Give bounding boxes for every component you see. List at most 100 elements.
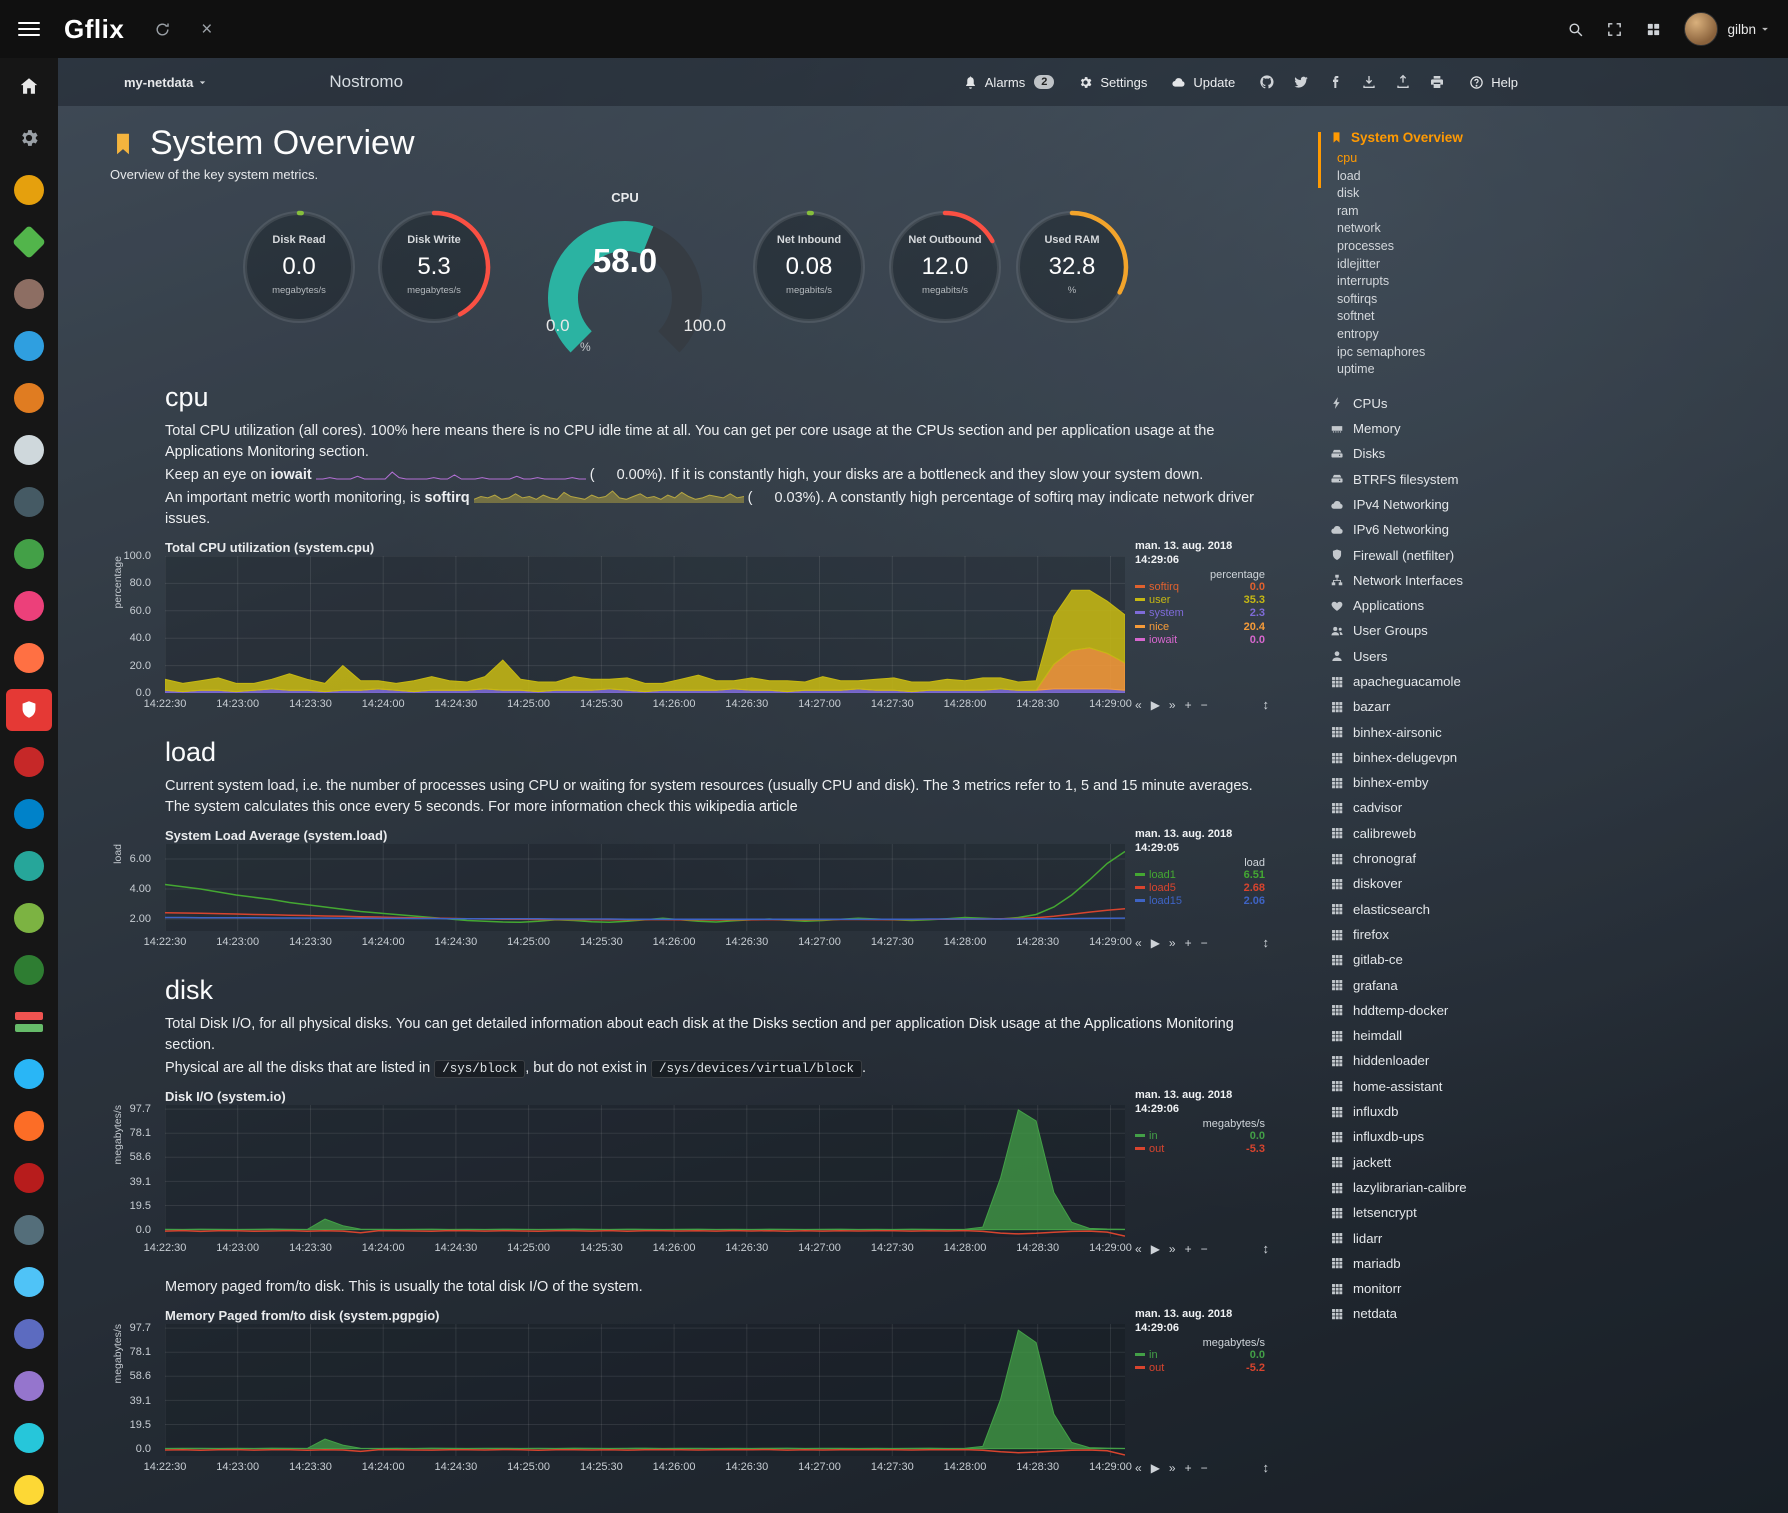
refresh-tab-icon[interactable] bbox=[154, 21, 171, 38]
menu-item-ipc-semaphores[interactable]: ipc semaphores bbox=[1337, 344, 1580, 362]
menu-app-chronograf[interactable]: chronograf bbox=[1330, 846, 1580, 871]
facebook-icon[interactable] bbox=[1327, 74, 1343, 90]
menu-app-lazylibrarian-calibre[interactable]: lazylibrarian-calibre bbox=[1330, 1175, 1580, 1200]
menu-section-network-interfaces[interactable]: Network Interfaces bbox=[1330, 568, 1580, 593]
sidebar-app-jackett[interactable] bbox=[0, 372, 58, 424]
sidebar-app-app-red[interactable] bbox=[0, 736, 58, 788]
play-button[interactable]: ▶ bbox=[1151, 1461, 1160, 1475]
legend-row-out[interactable]: out-5.2 bbox=[1135, 1362, 1265, 1375]
chart-resize-handle[interactable]: ↕ bbox=[1263, 935, 1270, 950]
menu-app-grafana[interactable]: grafana bbox=[1330, 973, 1580, 998]
applications-monitoring-link[interactable]: Applications Monitoring bbox=[165, 444, 315, 460]
legend-row-in[interactable]: in0.0 bbox=[1135, 1349, 1265, 1362]
chart-plot[interactable] bbox=[165, 844, 1125, 931]
menu-app-letsencrypt[interactable]: letsencrypt bbox=[1330, 1200, 1580, 1225]
menu-item-network[interactable]: network bbox=[1337, 220, 1580, 238]
twitter-icon[interactable] bbox=[1293, 74, 1309, 90]
sidebar-app-app-bars[interactable] bbox=[0, 996, 58, 1048]
pan-backward-button[interactable]: « bbox=[1135, 1461, 1142, 1475]
zoom-in-button[interactable]: + bbox=[1185, 936, 1192, 950]
pan-backward-button[interactable]: « bbox=[1135, 1242, 1142, 1256]
pan-forward-button[interactable]: » bbox=[1169, 1242, 1176, 1256]
menu-app-netdata[interactable]: netdata bbox=[1330, 1301, 1580, 1326]
chart-resize-handle[interactable]: ↕ bbox=[1263, 697, 1270, 712]
menu-section-memory[interactable]: Memory bbox=[1330, 416, 1580, 441]
menu-item-processes[interactable]: processes bbox=[1337, 238, 1580, 256]
sidebar-app-heimdall[interactable] bbox=[0, 1048, 58, 1100]
menu-section-cpus[interactable]: CPUs bbox=[1330, 391, 1580, 416]
menu-app-diskover[interactable]: diskover bbox=[1330, 871, 1580, 896]
hamburger-menu-icon[interactable] bbox=[0, 0, 58, 58]
zoom-out-button[interactable]: − bbox=[1201, 1242, 1208, 1256]
sidebar-app-settings[interactable] bbox=[0, 112, 58, 164]
menu-app-hiddenloader[interactable]: hiddenloader bbox=[1330, 1048, 1580, 1073]
wikipedia-link[interactable]: wikipedia article bbox=[695, 799, 797, 815]
menu-app-influxdb-ups[interactable]: influxdb-ups bbox=[1330, 1124, 1580, 1149]
legend-row-iowait[interactable]: iowait0.0 bbox=[1135, 634, 1265, 647]
menu-item-entropy[interactable]: entropy bbox=[1337, 326, 1580, 344]
chart-plot[interactable] bbox=[165, 1324, 1125, 1456]
close-tab-icon[interactable]: × bbox=[201, 20, 212, 39]
chart-plot[interactable] bbox=[165, 1105, 1125, 1237]
print-icon[interactable] bbox=[1429, 74, 1445, 90]
menu-app-influxdb[interactable]: influxdb bbox=[1330, 1099, 1580, 1124]
zoom-in-button[interactable]: + bbox=[1185, 1461, 1192, 1475]
sidebar-app-pihole[interactable] bbox=[0, 684, 58, 736]
legend-row-in[interactable]: in0.0 bbox=[1135, 1130, 1265, 1143]
legend-row-load15[interactable]: load152.06 bbox=[1135, 895, 1265, 908]
menu-section-disks[interactable]: Disks bbox=[1330, 441, 1580, 466]
menu-item-uptime[interactable]: uptime bbox=[1337, 361, 1580, 379]
sidebar-app-calibre[interactable] bbox=[0, 268, 58, 320]
upload-icon[interactable] bbox=[1395, 74, 1411, 90]
menu-app-monitorr[interactable]: monitorr bbox=[1330, 1276, 1580, 1301]
menu-app-mariadb[interactable]: mariadb bbox=[1330, 1251, 1580, 1276]
sidebar-app-airsonic[interactable] bbox=[0, 320, 58, 372]
search-icon[interactable] bbox=[1567, 21, 1584, 38]
menu-item-ram[interactable]: ram bbox=[1337, 203, 1580, 221]
menu-item-load[interactable]: load bbox=[1337, 168, 1580, 186]
menu-section-ipv4-networking[interactable]: IPv4 Networking bbox=[1330, 492, 1580, 517]
menu-item-disk[interactable]: disk bbox=[1337, 185, 1580, 203]
legend-row-out[interactable]: out-5.3 bbox=[1135, 1143, 1265, 1156]
chart-resize-handle[interactable]: ↕ bbox=[1263, 1241, 1270, 1256]
legend-row-system[interactable]: system2.3 bbox=[1135, 607, 1265, 620]
legend-row-nice[interactable]: nice20.4 bbox=[1135, 621, 1265, 634]
sidebar-app-app-drop[interactable] bbox=[0, 1256, 58, 1308]
pan-backward-button[interactable]: « bbox=[1135, 936, 1142, 950]
sidebar-app-app-cyan[interactable] bbox=[0, 1412, 58, 1464]
sidebar-app-app-teal[interactable] bbox=[0, 840, 58, 892]
pan-forward-button[interactable]: » bbox=[1169, 1461, 1176, 1475]
menu-app-cadvisor[interactable]: cadvisor bbox=[1330, 795, 1580, 820]
app-logo[interactable]: Gflix bbox=[64, 14, 124, 45]
download-icon[interactable] bbox=[1361, 74, 1377, 90]
sidebar-app-app-pink[interactable] bbox=[0, 580, 58, 632]
sidebar-app-app-indigo[interactable] bbox=[0, 1308, 58, 1360]
menu-app-gitlab-ce[interactable]: gitlab-ce bbox=[1330, 947, 1580, 972]
grid-icon[interactable] bbox=[1645, 21, 1662, 38]
chart-resize-handle[interactable]: ↕ bbox=[1263, 1460, 1270, 1475]
pan-backward-button[interactable]: « bbox=[1135, 698, 1142, 712]
legend-row-user[interactable]: user35.3 bbox=[1135, 594, 1265, 607]
sidebar-app-app-arrow[interactable] bbox=[0, 1152, 58, 1204]
sidebar-app-sabnzbd[interactable] bbox=[0, 1464, 58, 1513]
menu-item-softirqs[interactable]: softirqs bbox=[1337, 291, 1580, 309]
menu-app-firefox[interactable]: firefox bbox=[1330, 922, 1580, 947]
pan-forward-button[interactable]: » bbox=[1169, 936, 1176, 950]
user-menu[interactable]: gilbn bbox=[1727, 22, 1772, 37]
menu-item-cpu[interactable]: cpu bbox=[1337, 150, 1580, 168]
play-button[interactable]: ▶ bbox=[1151, 698, 1160, 712]
host-dropdown[interactable]: my-netdata bbox=[124, 75, 209, 90]
menu-app-heimdall[interactable]: heimdall bbox=[1330, 1023, 1580, 1048]
menu-item-interrupts[interactable]: interrupts bbox=[1337, 273, 1580, 291]
sidebar-app-app-green[interactable] bbox=[0, 528, 58, 580]
sidebar-app-lazylibrarian[interactable] bbox=[0, 1204, 58, 1256]
menu-section-user-groups[interactable]: User Groups bbox=[1330, 618, 1580, 643]
menu-section-applications[interactable]: Applications bbox=[1330, 593, 1580, 618]
update-button[interactable]: Update bbox=[1171, 75, 1235, 90]
zoom-in-button[interactable]: + bbox=[1185, 1242, 1192, 1256]
menu-item-softnet[interactable]: softnet bbox=[1337, 308, 1580, 326]
menu-app-elasticsearch[interactable]: elasticsearch bbox=[1330, 897, 1580, 922]
sidebar-app-nextcloud[interactable] bbox=[0, 788, 58, 840]
sidebar-app-plex[interactable] bbox=[0, 164, 58, 216]
menu-app-jackett[interactable]: jackett bbox=[1330, 1150, 1580, 1175]
